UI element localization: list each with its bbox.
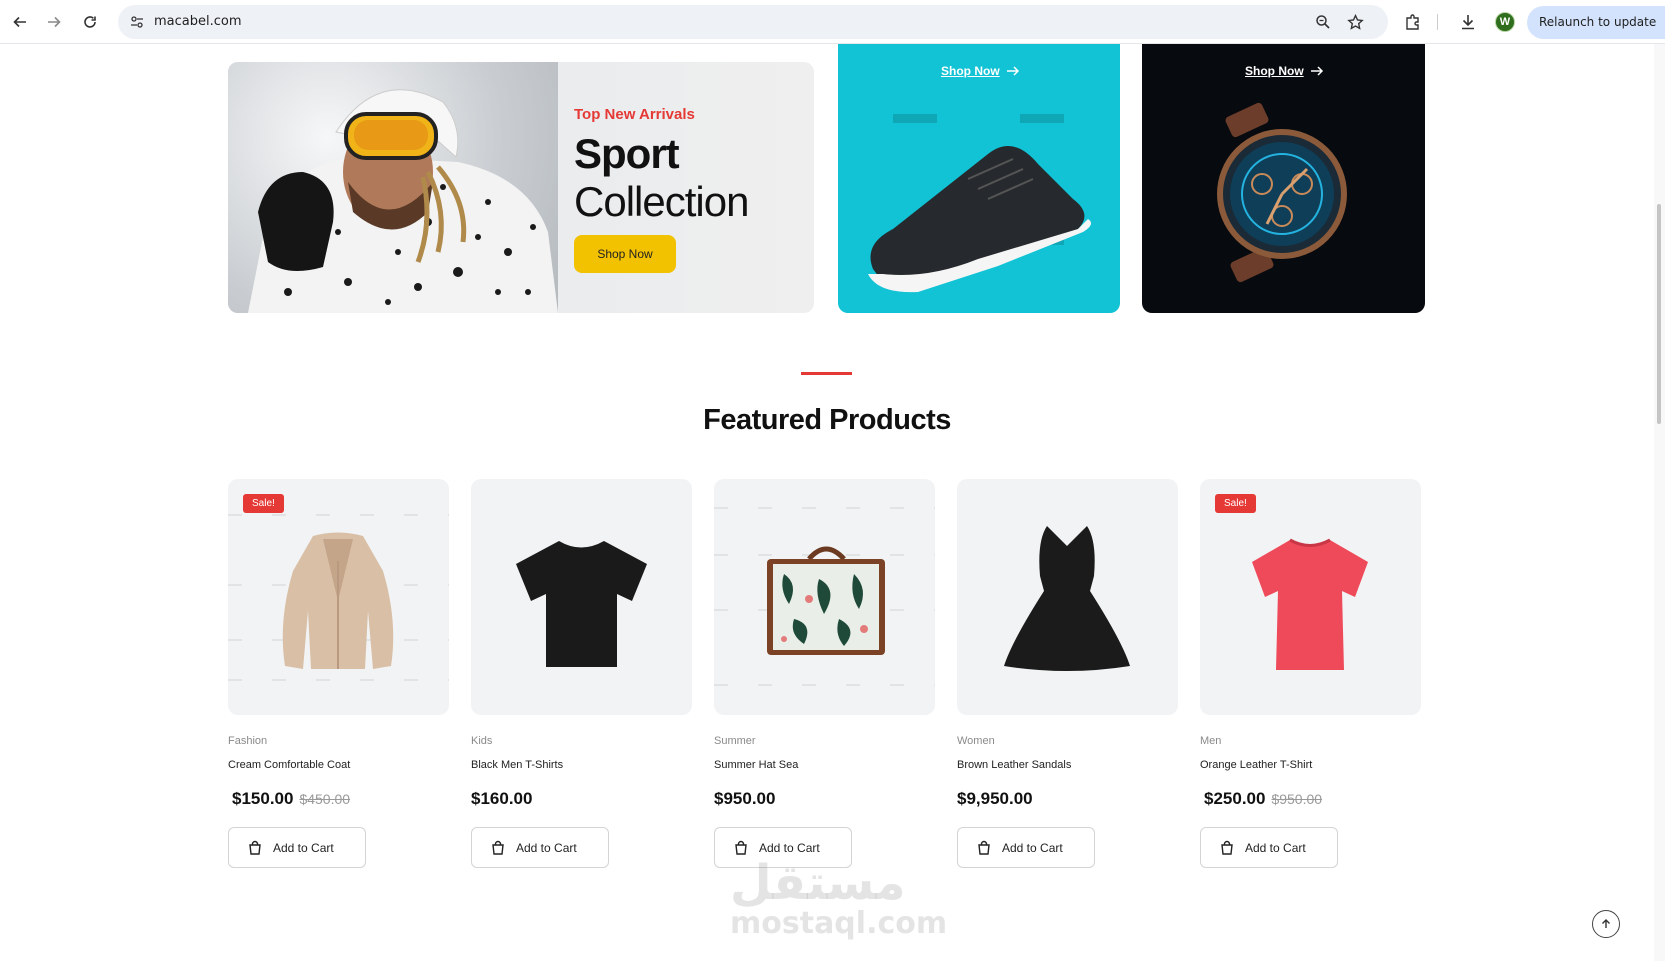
product-price: $150.00 [232, 789, 294, 808]
product-price-row: $9,950.00 [957, 789, 1178, 809]
product-price: $9,950.00 [957, 789, 1033, 808]
section-title: Featured Products [703, 404, 951, 436]
sale-badge: Sale! [1215, 494, 1256, 513]
product-category[interactable]: Fashion [228, 735, 449, 749]
shopping-bag-icon [492, 840, 504, 855]
shoe-shop-now-label: Shop Now [941, 64, 1000, 78]
scrollbar-thumb[interactable] [1657, 204, 1661, 424]
relaunch-button[interactable]: Relaunch to update [1527, 6, 1665, 39]
product-category[interactable]: Women [957, 735, 1178, 749]
product-price-row: $160.00 [471, 789, 692, 809]
add-to-cart-label: Add to Cart [1245, 840, 1306, 855]
black-dress-image [1004, 526, 1130, 671]
coat-image [282, 532, 394, 669]
product-name[interactable]: Black Men T-Shirts [471, 759, 692, 773]
product-card[interactable]: Sale! Fashion Cream Comfortable Coat $15… [228, 479, 449, 868]
product-price: $250.00 [1204, 789, 1266, 808]
watch-image [1217, 102, 1347, 283]
product-image[interactable]: Sale! [228, 479, 449, 715]
product-category[interactable]: Summer [714, 735, 935, 749]
site-info-icon[interactable] [128, 13, 146, 31]
page-scrollbar[interactable] [1654, 44, 1665, 961]
product-price: $160.00 [471, 789, 533, 808]
add-to-cart-label: Add to Cart [759, 840, 820, 855]
watch-banner[interactable]: Shop Now [1142, 44, 1425, 313]
product-old-price: $450.00 [299, 791, 351, 807]
arrow-right-icon [1310, 66, 1323, 76]
sport-collection-banner: Top New Arrivals Sport Collection Shop N… [228, 62, 814, 313]
floral-bag-image [767, 546, 885, 655]
shopping-bag-icon [735, 840, 747, 855]
url-text[interactable]: macabel.com [154, 14, 242, 29]
product-name[interactable]: Orange Leather T-Shirt [1200, 759, 1421, 773]
watermark-text: mostaql.com [730, 906, 948, 941]
black-tshirt-image [516, 541, 647, 667]
banner-title: Sport [574, 130, 680, 177]
product-price: $950.00 [714, 789, 776, 808]
add-to-cart-button[interactable]: Add to Cart [957, 827, 1095, 868]
shopping-bag-icon [978, 840, 990, 855]
browser-toolbar: macabel.com W Relaunch to update [0, 0, 1665, 44]
product-image[interactable] [957, 479, 1178, 715]
bookmark-star-icon[interactable] [1346, 13, 1364, 31]
product-category[interactable]: Kids [471, 735, 692, 749]
product-name[interactable]: Brown Leather Sandals [957, 759, 1178, 773]
shoe-shop-now-link[interactable]: Shop Now [941, 64, 1020, 78]
product-old-price: $950.00 [1271, 791, 1323, 807]
add-to-cart-button[interactable]: Add to Cart [228, 827, 366, 868]
add-to-cart-label: Add to Cart [1002, 840, 1063, 855]
product-price-row: $250.00 $950.00 [1200, 789, 1421, 809]
back-icon[interactable] [8, 10, 32, 34]
arrow-up-icon [1602, 919, 1610, 928]
add-to-cart-button[interactable]: Add to Cart [1200, 827, 1338, 868]
banner-tag: Top New Arrivals [574, 106, 695, 123]
product-category[interactable]: Men [1200, 735, 1421, 749]
toolbar-divider [1437, 14, 1438, 30]
profile-avatar[interactable]: W [1495, 12, 1515, 32]
shoe-banner[interactable]: Shop Now [838, 44, 1120, 313]
product-image[interactable]: Sale! [1200, 479, 1421, 715]
address-bar[interactable]: macabel.com [118, 5, 1388, 39]
section-title-accent [801, 372, 852, 375]
add-to-cart-label: Add to Cart [516, 840, 577, 855]
add-to-cart-button[interactable]: Add to Cart [471, 827, 609, 868]
product-name[interactable]: Summer Hat Sea [714, 759, 935, 773]
red-tshirt-image [1252, 538, 1368, 670]
reload-icon[interactable] [78, 10, 102, 34]
product-price-row: $950.00 [714, 789, 935, 809]
zoom-icon[interactable] [1314, 13, 1332, 31]
product-name[interactable]: Cream Comfortable Coat [228, 759, 449, 773]
watch-shop-now-label: Shop Now [1245, 64, 1304, 78]
product-image[interactable] [471, 479, 692, 715]
shopping-bag-icon [249, 840, 261, 855]
back-to-top-button[interactable] [1592, 910, 1620, 938]
product-price-row: $150.00 $450.00 [228, 789, 449, 809]
forward-icon[interactable] [42, 10, 66, 34]
sneaker-image [868, 114, 1092, 293]
extensions-icon[interactable] [1402, 11, 1424, 33]
product-image[interactable] [714, 479, 935, 715]
download-icon[interactable] [1457, 11, 1479, 33]
add-to-cart-label: Add to Cart [273, 840, 334, 855]
shop-now-button[interactable]: Shop Now [574, 235, 676, 273]
sale-badge: Sale! [243, 494, 284, 513]
product-card[interactable]: Sale! Men Orange Leather T-Shirt $250.00… [1200, 479, 1421, 868]
banner-subtitle: Collection [574, 178, 749, 225]
arrow-right-icon [1006, 66, 1019, 76]
watermark-arabic: مستقل [730, 855, 906, 911]
product-card[interactable]: Kids Black Men T-Shirts $160.00 Add to C… [471, 479, 692, 868]
product-card[interactable]: Women Brown Leather Sandals $9,950.00 Ad… [957, 479, 1178, 868]
product-card[interactable]: Summer Summer Hat Sea $950.00 Add to Car… [714, 479, 935, 868]
shopping-bag-icon [1221, 840, 1233, 855]
watch-shop-now-link[interactable]: Shop Now [1245, 64, 1324, 78]
